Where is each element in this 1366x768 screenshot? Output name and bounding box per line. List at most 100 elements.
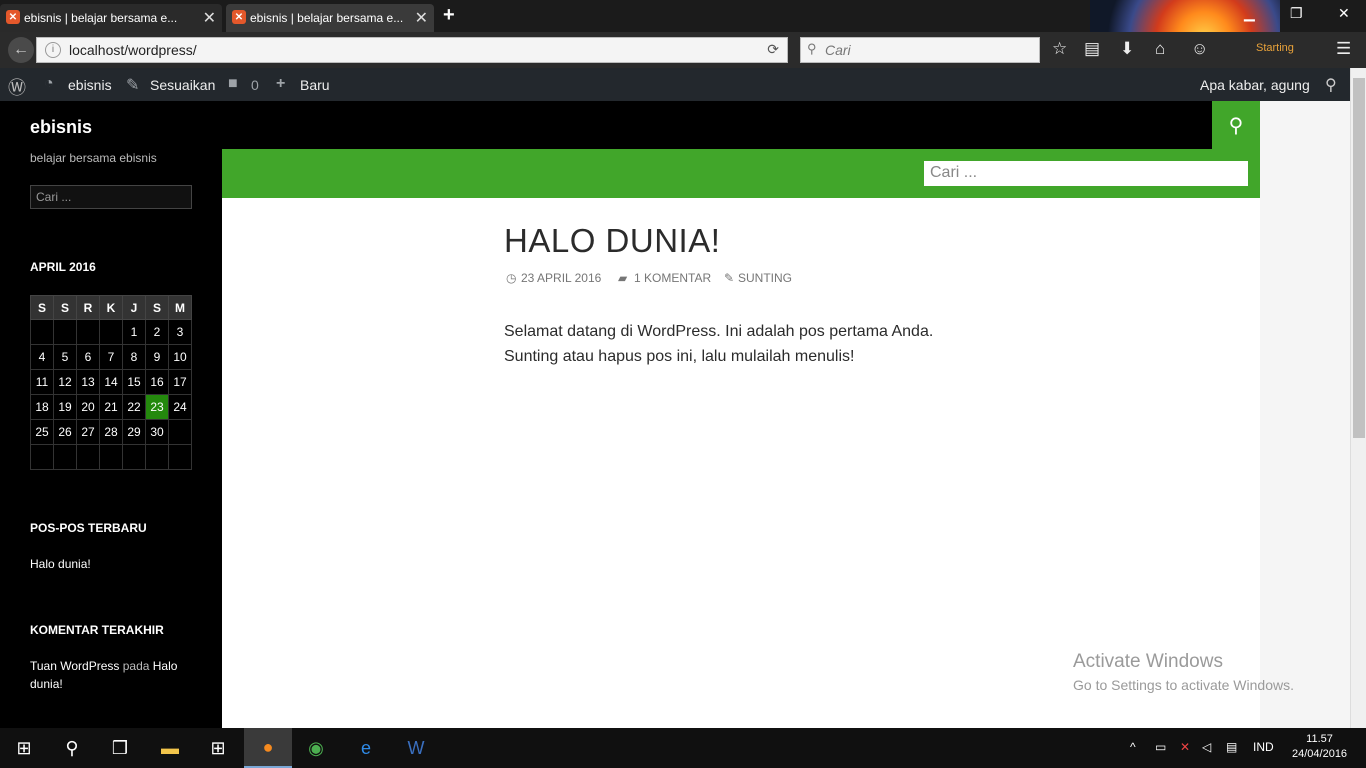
- customize-link[interactable]: Sesuaikan: [150, 77, 215, 93]
- sidebar-search-input[interactable]: Cari ...: [30, 185, 192, 209]
- calendar-day: 2: [145, 319, 169, 345]
- battery-icon[interactable]: ▭: [1155, 740, 1166, 754]
- recent-post-link[interactable]: Halo dunia!: [30, 555, 91, 573]
- calendar-day: 16: [145, 369, 169, 395]
- new-content-link[interactable]: Baru: [300, 77, 330, 93]
- file-explorer-icon[interactable]: ▬: [146, 728, 194, 768]
- reload-icon[interactable]: ⟳: [767, 41, 779, 58]
- calendar-day: 11: [30, 369, 54, 395]
- site-title[interactable]: ebisnis: [30, 117, 92, 138]
- calendar-day: [145, 444, 169, 470]
- calendar-day: 29: [122, 419, 146, 445]
- start-windows-icon[interactable]: ⊞: [0, 728, 48, 768]
- comment-on-text: pada: [122, 659, 150, 673]
- header-search-input[interactable]: Cari ...: [924, 161, 1248, 186]
- chrome-icon[interactable]: ◉: [292, 728, 340, 768]
- calendar-day: [30, 444, 54, 470]
- calendar-day: 15: [122, 369, 146, 395]
- plus-icon: +: [276, 75, 286, 92]
- chevron-up-icon[interactable]: ^: [1130, 740, 1136, 754]
- browser-search-input[interactable]: ⚲ Cari: [800, 37, 1040, 63]
- calendar-day: 30: [145, 419, 169, 445]
- calendar-day: 12: [53, 369, 77, 395]
- calendar-day: [168, 419, 192, 445]
- reading-list-icon[interactable]: ▤: [1084, 39, 1100, 59]
- close-window-icon[interactable]: ✕: [1338, 5, 1350, 22]
- edge-icon[interactable]: e: [342, 728, 390, 768]
- menu-icon[interactable]: ☰: [1336, 39, 1351, 59]
- info-icon[interactable]: i: [45, 42, 61, 58]
- recent-comment: Tuan WordPress pada Halo dunia!: [30, 657, 200, 693]
- page: ebisnis belajar bersama ebisnis Cari ...…: [0, 101, 1350, 728]
- wordpress-logo-icon[interactable]: Ⓦ: [8, 74, 26, 100]
- calendar-day: 19: [53, 394, 77, 420]
- calendar-day: 25: [30, 419, 54, 445]
- comment-post-link[interactable]: dunia!: [30, 677, 63, 691]
- volume-icon[interactable]: ◁: [1202, 740, 1211, 754]
- admin-site-name-link[interactable]: ebisnis: [68, 77, 112, 93]
- clock[interactable]: 11.57 24/04/2016: [1292, 732, 1347, 762]
- minimize-icon[interactable]: ▁: [1244, 5, 1255, 22]
- calendar-day: 6: [76, 344, 100, 370]
- url-text: localhost/wordpress/: [69, 42, 197, 58]
- account-greeting[interactable]: Apa kabar, agung: [1200, 77, 1310, 93]
- home-icon[interactable]: ⌂: [1155, 39, 1165, 59]
- post-paragraph-line: Sunting atau hapus pos ini, lalu mulaila…: [504, 348, 855, 365]
- search-icon: ⚲: [807, 41, 817, 56]
- calendar-day: [30, 319, 54, 345]
- post-date-link[interactable]: 23 APRIL 2016: [521, 271, 601, 285]
- browser-tab-strip: ✕ ebisnis | belajar bersama e... ✕ ✕ ebi…: [0, 0, 1366, 32]
- scrollbar-thumb[interactable]: [1353, 78, 1365, 438]
- calendar-day-today: 23: [145, 394, 169, 420]
- watermark-subtitle: Go to Settings to activate Windows.: [1073, 677, 1294, 693]
- calendar-day: 10: [168, 344, 192, 370]
- back-button[interactable]: ←: [8, 37, 34, 63]
- calendar-week: 123: [30, 319, 192, 345]
- calendar-day: 13: [76, 369, 100, 395]
- calendar-week: 18 19 20 21 22 23 24: [30, 394, 192, 420]
- bookmark-star-icon[interactable]: ☆: [1052, 39, 1067, 59]
- browser-tab[interactable]: ✕ ebisnis | belajar bersama e... ✕: [0, 4, 222, 32]
- calendar-day: 3: [168, 319, 192, 345]
- calendar-weekday: S: [53, 295, 77, 320]
- close-tab-icon[interactable]: ✕: [203, 8, 216, 28]
- store-icon[interactable]: ⊞: [194, 728, 242, 768]
- calendar-week: 4 5 6 7 8 9 10: [30, 344, 192, 370]
- post-comments-link[interactable]: 1 KOMENTAR: [634, 271, 711, 285]
- calendar-day: 22: [122, 394, 146, 420]
- post-title[interactable]: HALO DUNIA!: [504, 222, 720, 260]
- url-bar[interactable]: i localhost/wordpress/ ⟳: [36, 37, 788, 63]
- new-tab-button[interactable]: +: [443, 4, 455, 27]
- close-tab-icon[interactable]: ✕: [415, 8, 428, 28]
- search-icon[interactable]: ⚲: [48, 728, 96, 768]
- windows-taskbar: ⊞ ⚲ ❒ ▬ ⊞ ● ◉ e W ^ ▭ ✕ ◁ ▤ IND 11.57 24…: [0, 728, 1366, 768]
- site-header: [222, 101, 1212, 149]
- navigation-toolbar: ← i localhost/wordpress/ ⟳ ⚲ Cari ☆ ▤ ⬇ …: [0, 32, 1366, 68]
- calendar-day: 21: [99, 394, 123, 420]
- calendar-weekday: J: [122, 295, 146, 320]
- network-icon[interactable]: ✕: [1180, 740, 1190, 754]
- notification-icon[interactable]: ▤: [1226, 740, 1237, 754]
- site-description: belajar bersama ebisnis: [30, 151, 157, 165]
- word-icon[interactable]: W: [392, 728, 440, 768]
- comment-post-link[interactable]: Halo: [153, 659, 178, 673]
- search-icon: ⚲: [1228, 114, 1244, 137]
- comment-author-link[interactable]: Tuan WordPress: [30, 659, 119, 673]
- edit-post-link[interactable]: SUNTING: [738, 271, 792, 285]
- browser-tab-active[interactable]: ✕ ebisnis | belajar bersama e... ✕: [226, 4, 434, 32]
- task-view-icon[interactable]: ❒: [96, 728, 144, 768]
- admin-search-icon[interactable]: ⚲: [1325, 75, 1337, 95]
- firefox-icon[interactable]: ●: [244, 728, 292, 768]
- vertical-scrollbar[interactable]: [1350, 68, 1366, 728]
- language-indicator[interactable]: IND: [1253, 740, 1274, 754]
- header-search-toggle[interactable]: ⚲: [1212, 101, 1260, 149]
- clock-date: 24/04/2016: [1292, 748, 1348, 760]
- download-icon[interactable]: ⬇: [1120, 39, 1134, 59]
- hello-icon[interactable]: ☺: [1191, 39, 1208, 59]
- search-placeholder: Cari: [825, 42, 851, 58]
- clock-icon: ◷: [506, 271, 517, 285]
- comment-icon: ▰: [618, 271, 628, 285]
- calendar-day: 24: [168, 394, 192, 420]
- comment-count[interactable]: 0: [251, 77, 259, 93]
- maximize-icon[interactable]: ❐: [1290, 5, 1303, 22]
